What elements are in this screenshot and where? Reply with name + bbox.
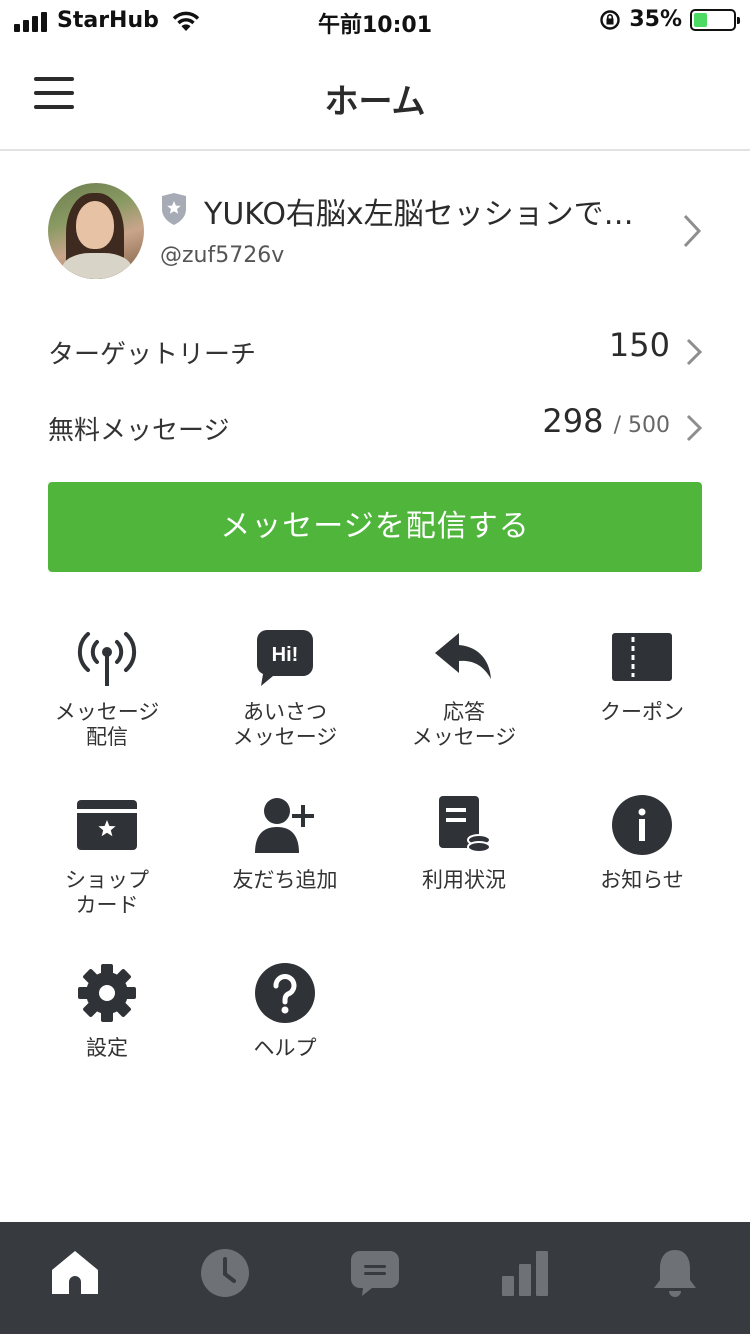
menu-settings[interactable]: 設定: [22, 958, 192, 1061]
menu-greeting-message[interactable]: Hi! あいさつ メッセージ: [200, 622, 370, 750]
home-icon: [52, 1251, 98, 1294]
add-friend-icon: [255, 798, 314, 853]
account-name: YUKO右脳x左脳セッションで…: [204, 197, 634, 232]
menu-label: 友だち追加: [232, 868, 338, 892]
menu-label: メッセージ 配信: [54, 700, 160, 749]
bottom-nav: [0, 1222, 750, 1334]
target-reach-row[interactable]: ターゲットリーチ 150: [48, 326, 702, 376]
page-title: ホーム: [324, 82, 426, 122]
menu-label: 応答 メッセージ: [411, 700, 517, 749]
target-reach-value: 150: [608, 326, 670, 364]
nav-history[interactable]: [150, 1222, 300, 1334]
clock-icon: [201, 1249, 249, 1297]
nav-analytics[interactable]: [450, 1222, 600, 1334]
hi-speech-bubble-icon: Hi!: [257, 630, 313, 686]
usage-document-icon: [439, 796, 491, 853]
battery-icon: [690, 8, 740, 31]
nav-notifications[interactable]: [600, 1222, 750, 1334]
chevron-right-icon: [683, 214, 702, 248]
nav-home[interactable]: [0, 1222, 150, 1334]
coupon-ticket-icon: [612, 633, 672, 681]
help-question-icon: [255, 963, 315, 1023]
shop-card-icon: [77, 800, 137, 850]
menu-notices[interactable]: お知らせ: [557, 790, 727, 893]
menu-add-friends[interactable]: 友だち追加: [200, 790, 370, 893]
menu-label: お知らせ: [600, 868, 684, 892]
battery-percent: 35%: [629, 7, 682, 32]
menu-response-message[interactable]: 応答 メッセージ: [379, 622, 549, 750]
free-messages-row[interactable]: 無料メッセージ 298 / 500: [48, 402, 702, 452]
chevron-right-icon: [686, 338, 702, 366]
menu-usage-status[interactable]: 利用状況: [379, 790, 549, 893]
account-id: @zuf5726v: [160, 243, 285, 268]
free-messages-count: 298: [542, 402, 604, 440]
menu-coupon[interactable]: クーポン: [557, 622, 727, 725]
gear-icon: [78, 964, 136, 1022]
reply-arrow-icon: [435, 633, 491, 679]
menu-label: クーポン: [600, 700, 684, 724]
menu-label: ショップ カード: [65, 868, 149, 917]
chart-icon: [502, 1251, 548, 1296]
menu-help[interactable]: ヘルプ: [200, 958, 370, 1061]
account-profile-row[interactable]: YUKO右脳x左脳セッションで… @zuf5726v: [48, 183, 708, 281]
menu-shop-card[interactable]: ショップ カード: [22, 790, 192, 918]
menu-label: あいさつ メッセージ: [232, 700, 338, 749]
free-messages-value: 298 / 500: [542, 402, 670, 440]
menu-message-broadcast[interactable]: メッセージ 配信: [22, 622, 192, 750]
hi-icon-text: Hi!: [272, 644, 299, 666]
target-reach-label: ターゲットリーチ: [48, 340, 257, 370]
nav-chat[interactable]: [300, 1222, 450, 1334]
bell-icon: [654, 1250, 696, 1297]
menu-label: ヘルプ: [253, 1036, 317, 1060]
free-messages-label: 無料メッセージ: [48, 416, 230, 446]
app-header: ホーム: [0, 44, 750, 151]
rotation-lock-icon: [600, 9, 621, 30]
send-message-button[interactable]: メッセージを配信する: [48, 482, 702, 572]
shield-badge-icon: [162, 193, 186, 225]
info-icon: [612, 795, 672, 855]
menu-label: 利用状況: [422, 868, 506, 892]
chevron-right-icon: [686, 414, 702, 442]
menu-label: 設定: [86, 1036, 128, 1060]
status-bar: StarHub 午前10:01 35%: [0, 0, 750, 44]
free-messages-limit: / 500: [613, 413, 670, 438]
broadcast-antenna-icon: [77, 632, 137, 686]
chat-icon: [351, 1251, 399, 1296]
avatar: [48, 183, 144, 279]
